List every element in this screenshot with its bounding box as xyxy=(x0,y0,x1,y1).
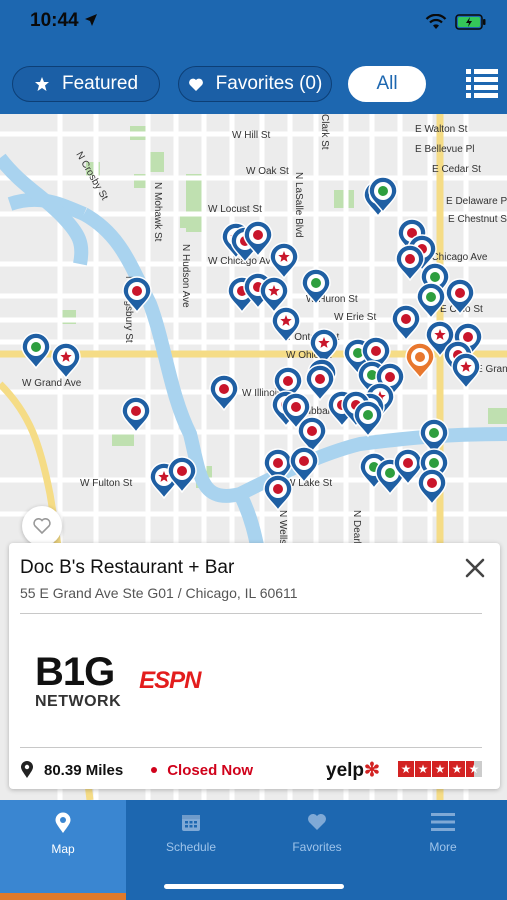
calendar-icon xyxy=(182,815,200,831)
tab-favorites-label: Favorites xyxy=(292,840,342,854)
star-5: ★ xyxy=(466,761,482,777)
location-pin-icon xyxy=(21,761,33,778)
status-dot xyxy=(151,767,158,773)
svg-text:W Lake St: W Lake St xyxy=(286,478,332,489)
tab-more[interactable]: More xyxy=(380,800,506,900)
venue-pin[interactable] xyxy=(21,332,51,370)
favorites-label: Favorites (0) xyxy=(215,73,323,94)
close-icon[interactable] xyxy=(464,557,486,579)
svg-text:N LaSalle Blvd: N LaSalle Blvd xyxy=(293,172,304,238)
svg-text:E Cedar St: E Cedar St xyxy=(432,164,481,175)
tab-map-label: Map xyxy=(51,842,75,856)
card-divider-bottom xyxy=(20,747,482,748)
venue-info-row: 80.39 Miles Closed Now yelp✻ ★ ★ ★ ★ ★ xyxy=(20,759,490,781)
svg-text:E Chestnut St: E Chestnut St xyxy=(448,214,507,225)
battery-icon xyxy=(455,14,486,30)
filter-bar: Featured Favorites (0) All xyxy=(0,46,507,114)
all-filter-button[interactable]: All xyxy=(348,66,426,102)
menu-icon xyxy=(431,813,455,831)
heart-outline-icon xyxy=(33,518,51,535)
tab-schedule-label: Schedule xyxy=(165,840,217,854)
card-divider-top xyxy=(20,613,482,614)
svg-text:E Bellevue Pl: E Bellevue Pl xyxy=(415,144,474,155)
svg-text:W Fulton St: W Fulton St xyxy=(80,478,132,489)
svg-text:W Hill St: W Hill St xyxy=(232,130,271,141)
wifi-icon xyxy=(425,14,447,29)
venue-pin[interactable] xyxy=(269,242,299,280)
list-view-icon[interactable] xyxy=(466,68,498,98)
big-ten-network-logo: B1G NETWORK xyxy=(35,652,121,710)
venue-address: 55 E Grand Ave Ste G01 / Chicago, IL 606… xyxy=(20,585,298,601)
featured-filter-button[interactable]: Featured xyxy=(12,66,160,102)
star-2: ★ xyxy=(415,761,431,777)
svg-text:W Grand Ave: W Grand Ave xyxy=(22,378,82,389)
venue-pin[interactable] xyxy=(305,364,335,402)
heart-icon xyxy=(308,814,326,830)
all-label: All xyxy=(376,73,398,94)
location-arrow-icon xyxy=(84,14,97,26)
favorite-toggle-button[interactable] xyxy=(22,506,62,546)
star-4: ★ xyxy=(449,761,465,777)
star-3: ★ xyxy=(432,761,448,777)
favorites-filter-button[interactable]: Favorites (0) xyxy=(178,66,332,102)
svg-text:W Locust St: W Locust St xyxy=(208,204,262,215)
b1g-logo-mark: B1G xyxy=(35,650,115,694)
clock-text: 10:44 xyxy=(30,10,79,31)
featured-label: Featured xyxy=(61,73,139,94)
star-icon xyxy=(34,77,49,91)
network-logos: B1G NETWORK ESPN xyxy=(35,651,202,711)
venue-pin[interactable] xyxy=(451,352,481,390)
distance-text: 80.39 Miles xyxy=(44,761,124,779)
status-bar: 10:44 xyxy=(0,0,507,46)
svg-text:W Oak St: W Oak St xyxy=(246,166,289,177)
rating-stars: ★ ★ ★ ★ ★ xyxy=(398,761,482,777)
venue-pin[interactable] xyxy=(51,342,81,380)
map-pin-icon xyxy=(55,812,71,833)
tab-more-label: More xyxy=(429,840,457,854)
home-indicator xyxy=(164,884,344,889)
svg-text:N Hudson Ave: N Hudson Ave xyxy=(180,244,191,308)
heart-icon xyxy=(188,78,203,91)
svg-text:E Walton St: E Walton St xyxy=(415,124,468,135)
status-icons xyxy=(425,14,487,30)
status-text: Closed Now xyxy=(167,761,254,779)
venue-detail-card[interactable]: Doc B's Restaurant + Bar 55 E Grand Ave … xyxy=(9,543,500,789)
svg-text:W Erie St: W Erie St xyxy=(334,312,376,323)
tab-map[interactable]: Map xyxy=(0,800,126,900)
svg-text:E Delaware Pl: E Delaware Pl xyxy=(446,196,507,207)
active-tab-indicator xyxy=(0,893,126,900)
status-time: 10:44 xyxy=(30,10,98,32)
yelp-logo[interactable]: yelp✻ xyxy=(326,759,380,782)
venue-pin[interactable] xyxy=(391,304,421,342)
svg-text:Clark St: Clark St xyxy=(319,114,330,150)
espn-logo: ESPN xyxy=(139,667,201,694)
venue-name: Doc B's Restaurant + Bar xyxy=(20,557,235,578)
svg-text:N Mohawk St: N Mohawk St xyxy=(152,182,163,242)
b1g-logo-network: NETWORK xyxy=(35,693,122,710)
star-1: ★ xyxy=(398,761,414,777)
